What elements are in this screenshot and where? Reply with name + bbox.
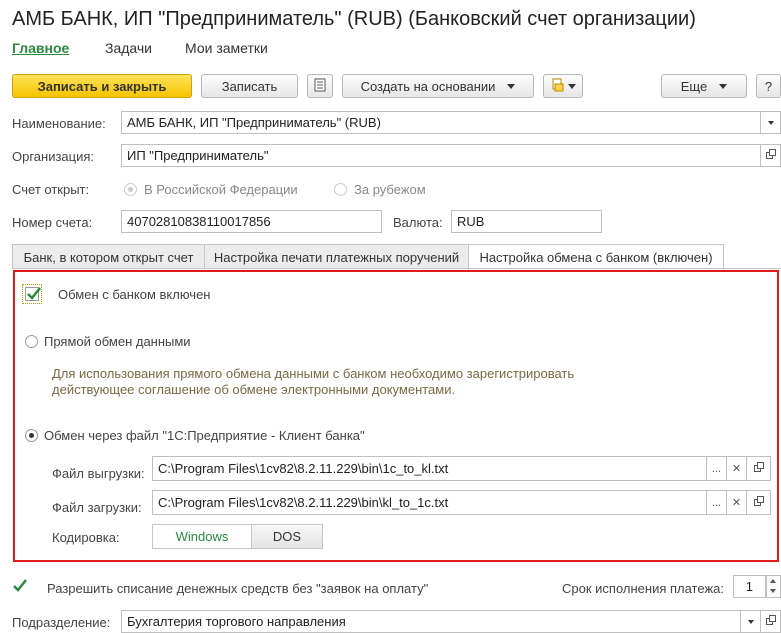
- dept-open-button[interactable]: [760, 610, 781, 633]
- radio-file-exchange[interactable]: [25, 429, 38, 442]
- open-icon: [753, 462, 764, 475]
- name-label: Наименование:: [12, 116, 106, 131]
- create-based-label: Создать на основании: [360, 78, 496, 94]
- allow-label: Разрешить списание денежных средств без …: [47, 581, 429, 596]
- more-button[interactable]: Еще: [661, 74, 747, 98]
- dept-label: Подразделение:: [12, 615, 111, 630]
- org-label: Организация:: [12, 149, 95, 164]
- chevron-down-icon: [567, 83, 576, 89]
- export-file-label: Файл выгрузки:: [52, 466, 145, 481]
- import-browse-button[interactable]: ...: [706, 490, 727, 515]
- encoding-dos[interactable]: DOS: [251, 524, 323, 549]
- create-based-button[interactable]: Создать на основании: [342, 74, 534, 98]
- export-open-button[interactable]: [746, 456, 771, 481]
- save-close-button[interactable]: Записать и закрыть: [12, 74, 192, 98]
- org-open-button[interactable]: [760, 144, 781, 167]
- nav-tasks[interactable]: Задачи: [105, 40, 152, 56]
- chevron-down-icon: [507, 83, 516, 89]
- exchange-enabled-checkbox[interactable]: [22, 284, 42, 304]
- tab-exchange[interactable]: Настройка обмена с банком (включен): [468, 244, 724, 270]
- file-exchange-label: Обмен через файл "1С:Предприятие - Клиен…: [44, 428, 365, 443]
- name-dropdown-button[interactable]: [760, 111, 781, 134]
- encoding-windows[interactable]: Windows: [152, 524, 252, 549]
- import-file-label: Файл загрузки:: [52, 500, 142, 515]
- currency-field[interactable]: RUB: [451, 210, 602, 233]
- dept-field[interactable]: Бухгалтерия торгового направления: [121, 610, 741, 633]
- currency-label: Валюта:: [393, 215, 443, 230]
- highlight-frame: [13, 270, 779, 562]
- exchange-enabled-label: Обмен с банком включен: [58, 287, 211, 302]
- account-label: Номер счета:: [12, 215, 93, 230]
- import-open-button[interactable]: [746, 490, 771, 515]
- close-icon: ✕: [731, 497, 742, 509]
- import-file-field[interactable]: C:\Program Files\1cv82\8.2.11.229\bin\kl…: [152, 490, 707, 515]
- tab-bank[interactable]: Банк, в котором открыт счет: [12, 244, 205, 269]
- checkmark-icon: [13, 579, 27, 592]
- radio-direct-exchange[interactable]: [25, 335, 38, 348]
- export-file-field[interactable]: C:\Program Files\1cv82\8.2.11.229\bin\1c…: [152, 456, 707, 481]
- checkmark-icon: [27, 287, 41, 300]
- ellipsis-icon: ...: [711, 496, 722, 509]
- chevron-down-icon: [719, 83, 728, 89]
- export-clear-button[interactable]: ✕: [726, 456, 747, 481]
- term-label: Срок исполнения платежа:: [562, 581, 724, 596]
- window-title: АМБ БАНК, ИП "Предприниматель" (RUB) (Ба…: [12, 8, 696, 30]
- import-clear-button[interactable]: ✕: [726, 490, 747, 515]
- tab-print-settings[interactable]: Настройка печати платежных поручений: [204, 244, 469, 269]
- chevron-down-icon: [767, 120, 774, 125]
- nav-notes[interactable]: Мои заметки: [185, 40, 268, 56]
- nav-main[interactable]: Главное: [12, 40, 69, 56]
- chevron-down-icon: [747, 619, 754, 624]
- close-icon: ✕: [731, 463, 742, 475]
- account-field[interactable]: 40702810838110017856: [121, 210, 382, 233]
- encoding-label: Кодировка:: [52, 530, 120, 545]
- chevron-up-icon: [770, 579, 776, 583]
- chevron-down-icon: [770, 589, 776, 593]
- more-label: Еще: [680, 78, 708, 94]
- report-button[interactable]: [307, 74, 333, 98]
- dept-dropdown-button[interactable]: [740, 610, 761, 633]
- name-field[interactable]: АМБ БАНК, ИП "Предприниматель" (RUB): [121, 111, 761, 134]
- radio-russia-label: В Российской Федерации: [144, 182, 298, 197]
- direct-exchange-note: Для использования прямого обмена данными…: [52, 366, 575, 397]
- open-icon: [765, 615, 776, 628]
- open-icon: [765, 149, 776, 162]
- radio-russia[interactable]: [124, 183, 137, 196]
- export-browse-button[interactable]: ...: [706, 456, 727, 481]
- term-field[interactable]: 1: [733, 575, 766, 598]
- radio-abroad-label: За рубежом: [354, 182, 426, 197]
- radio-abroad[interactable]: [334, 183, 347, 196]
- print-icon: [551, 78, 565, 95]
- direct-exchange-label: Прямой обмен данными: [44, 334, 191, 349]
- tab-divider: [12, 268, 781, 269]
- document-icon: [314, 78, 326, 95]
- opened-label: Счет открыт:: [12, 182, 90, 197]
- ellipsis-icon: ...: [711, 462, 722, 475]
- open-icon: [753, 496, 764, 509]
- term-spinner[interactable]: [766, 575, 781, 598]
- save-button[interactable]: Записать: [201, 74, 298, 98]
- print-menu-button[interactable]: [543, 74, 583, 98]
- org-field[interactable]: ИП "Предприниматель": [121, 144, 761, 167]
- help-button[interactable]: ?: [756, 74, 781, 98]
- allow-checkbox[interactable]: [12, 578, 28, 597]
